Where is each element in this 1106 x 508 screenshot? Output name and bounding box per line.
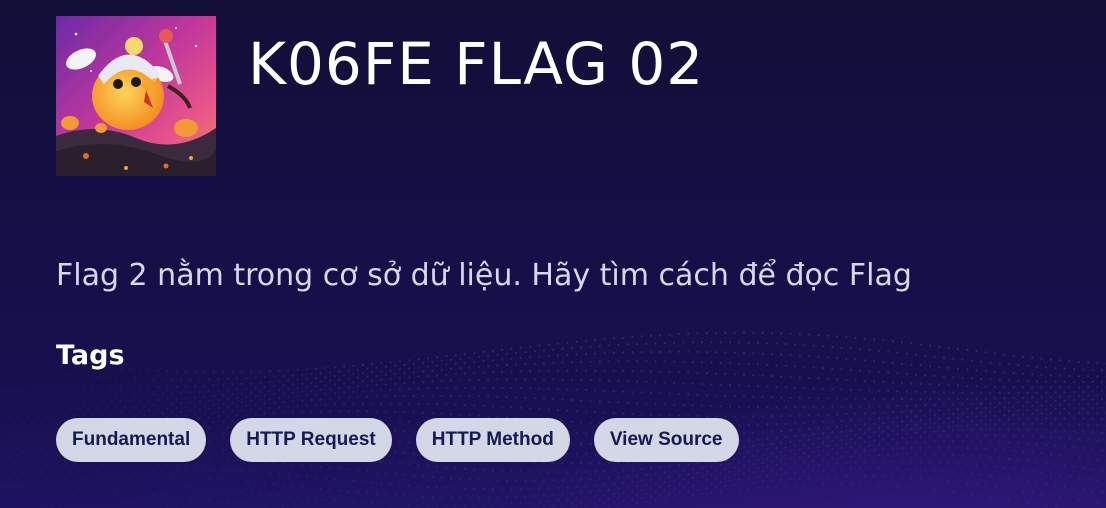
tag-list: Fundamental HTTP Request HTTP Method Vie… — [56, 418, 739, 462]
challenge-description: Flag 2 nằm trong cơ sở dữ liệu. Hãy tìm … — [56, 258, 912, 293]
tag-http-request[interactable]: HTTP Request — [230, 418, 392, 462]
challenge-thumbnail — [56, 16, 216, 176]
tag-fundamental[interactable]: Fundamental — [56, 418, 207, 462]
tag-view-source[interactable]: View Source — [593, 418, 739, 462]
challenge-title: K06FE FLAG 02 — [248, 30, 705, 98]
tag-http-method[interactable]: HTTP Method — [415, 418, 570, 462]
tags-heading: Tags — [56, 340, 125, 371]
chicken-astronaut-illustration-icon — [56, 16, 216, 176]
